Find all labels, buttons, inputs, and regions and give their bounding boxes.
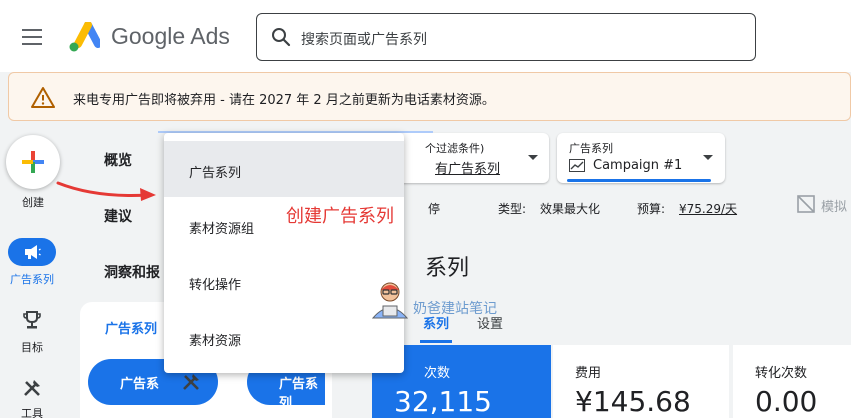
deprecation-banner: 来电专用广告即将被弃用 - 请在 2027 年 2 月之前更新为电话素材资源。 <box>8 72 851 121</box>
create-dropdown-menu: 广告系列 素材资源组 转化操作 素材资源 <box>164 133 404 373</box>
dropdown-item-label: 转化操作 <box>189 278 242 293</box>
chevron-down-icon <box>528 155 538 160</box>
chevron-down-icon <box>703 155 713 160</box>
simulate-button[interactable]: 模拟 <box>821 196 847 215</box>
brand-name: Google Ads <box>111 23 230 49</box>
dropdown-item-conversion-action[interactable]: 转化操作 <box>164 253 404 309</box>
metric-label: 费用 <box>575 366 602 381</box>
watermark: 奶爸建站笔记 <box>369 280 509 320</box>
type-label: 类型: <box>498 202 527 216</box>
metric-value: 0.00 <box>755 385 818 418</box>
budget-value[interactable]: ¥75.29/天 <box>679 200 737 217</box>
search-box[interactable]: 搜索页面或广告系列 <box>256 13 756 61</box>
pill-left-label: 广告系 <box>120 377 160 392</box>
status-paused: 停 <box>428 202 441 216</box>
tools-icon <box>183 374 199 390</box>
budget-label: 预算: <box>637 202 666 216</box>
rail-campaigns-label: 广告系列 <box>10 273 54 286</box>
campaign-selector-label: 广告系列 <box>569 142 613 155</box>
plus-icon <box>22 151 44 173</box>
rail-goals-label: 目标 <box>21 341 43 354</box>
search-icon <box>272 28 291 47</box>
megaphone-icon <box>25 245 41 259</box>
watermark-avatar-icon <box>371 282 409 319</box>
metric-card-cost[interactable]: 费用 ¥145.68 <box>553 345 729 418</box>
type-value: 效果最大化 <box>540 202 601 216</box>
nav-panel-title[interactable]: 广告系列 <box>105 318 157 337</box>
create-label: 创建 <box>22 196 44 209</box>
search-input[interactable]: 搜索页面或广告系列 <box>301 29 427 49</box>
filter-value: 有广告系列 <box>435 162 501 177</box>
red-arrow-icon <box>56 181 156 201</box>
campaign-selector[interactable]: 广告系列 Campaign #1 <box>557 133 725 183</box>
nav-recommendations[interactable]: 建议 <box>104 206 132 226</box>
create-button[interactable] <box>6 135 60 189</box>
dropdown-item-label: 广告系列 <box>189 166 242 181</box>
warning-icon <box>31 87 55 108</box>
banner-text: 来电专用广告即将被弃用 - 请在 2027 年 2 月之前更新为电话素材资源。 <box>73 93 495 108</box>
tools-icon[interactable] <box>22 378 42 398</box>
campaign-selector-underline <box>567 179 711 182</box>
pill-right-label: 广告系列 <box>279 377 319 411</box>
annotation-text: 创建广告系列 <box>286 206 394 227</box>
dropdown-item-campaign[interactable]: 广告系列 <box>164 141 404 197</box>
top-app-bar: Google Ads 搜索页面或广告系列 <box>0 0 851 72</box>
metric-label: 次数 <box>424 366 451 381</box>
page-title: 系列 <box>425 256 470 281</box>
nav-insights[interactable]: 洞察和报 <box>104 262 160 282</box>
metric-label: 转化次数 <box>755 366 808 381</box>
metric-value: ¥145.68 <box>575 385 691 418</box>
campaign-selector-value: Campaign #1 <box>593 158 683 173</box>
metric-value: 32,115 <box>394 385 492 418</box>
trend-chart-icon <box>569 159 585 172</box>
active-tab-indicator <box>420 340 452 343</box>
metric-card-conversions[interactable]: 转化次数 0.00 <box>733 345 851 418</box>
dropdown-item-label: 素材资源组 <box>189 222 255 237</box>
filter-selector[interactable]: 个过滤条件) 有广告系列 <box>395 133 549 183</box>
rail-campaigns-button[interactable] <box>8 238 56 266</box>
nav-overview[interactable]: 概览 <box>104 150 132 170</box>
trophy-icon[interactable] <box>22 310 42 330</box>
google-ads-logo-icon <box>69 22 100 52</box>
filter-count: 个过滤条件) <box>425 142 485 155</box>
menu-icon[interactable] <box>22 29 42 45</box>
rail-tools-label: 工具 <box>21 407 43 418</box>
dropdown-item-asset[interactable]: 素材资源 <box>164 309 404 365</box>
dropdown-item-label: 素材资源 <box>189 334 242 349</box>
watermark-text: 奶爸建站笔记 <box>413 301 497 317</box>
simulate-off-icon <box>797 195 815 213</box>
